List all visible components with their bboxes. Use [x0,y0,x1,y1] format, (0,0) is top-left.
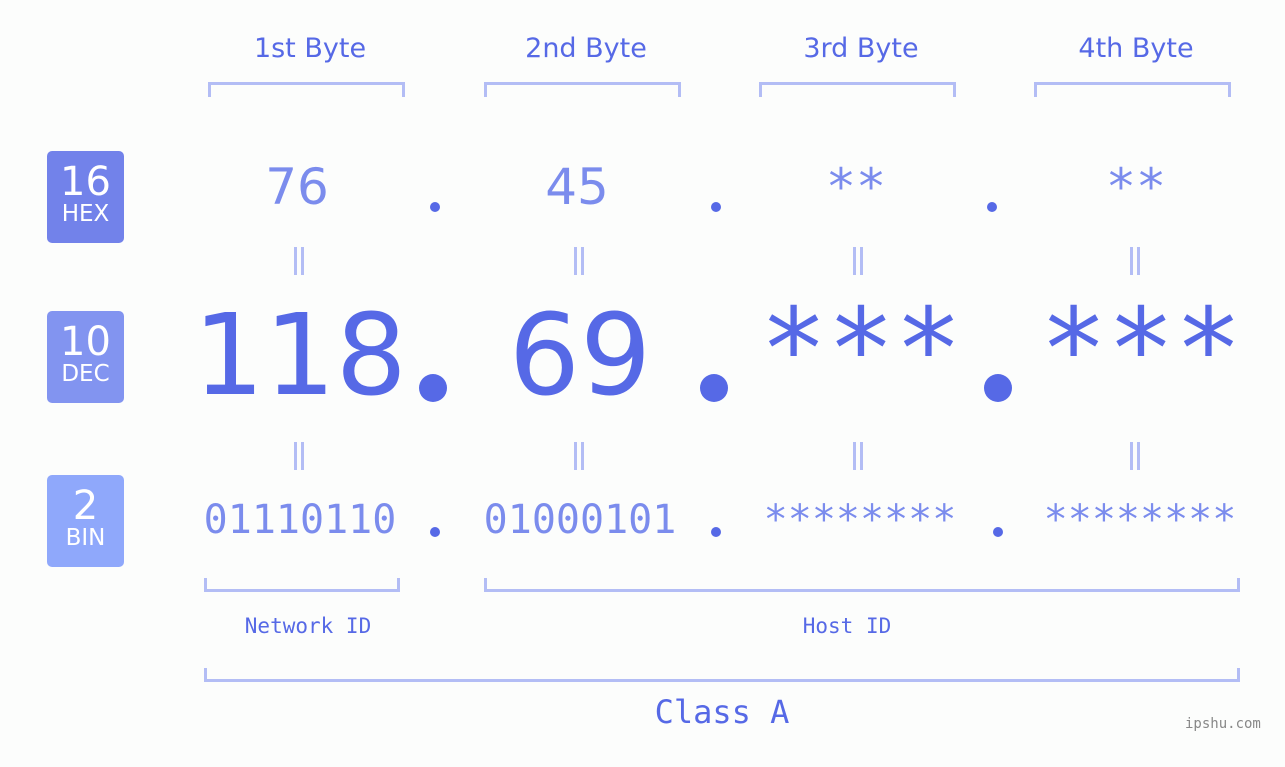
hex-badge-number: 16 [60,159,111,205]
bin-value-3: ******** [763,497,957,543]
bin-badge-label: BIN [65,525,106,551]
watermark: ipshu.com [1185,716,1261,732]
network-id-label: Network ID [244,614,372,638]
equals-icon [851,442,865,470]
class-label: Class A [654,693,790,731]
hex-dot-2 [711,202,721,212]
hex-value-3: ** [825,158,887,216]
host-id-bracket [484,578,1240,592]
equals-icon [572,442,586,470]
dec-badge-number: 10 [60,319,111,365]
dec-dot-1 [419,374,447,402]
dec-value-2: 69 [508,291,652,421]
dec-value-4: *** [1039,285,1243,415]
byte-bracket-1 [208,82,405,97]
class-bracket [204,668,1240,682]
byte-bracket-2 [484,82,681,97]
equals-icon [572,247,586,275]
dec-dot-3 [984,374,1012,402]
bin-dot-3 [993,527,1003,537]
byte-header-4: 4th Byte [1078,33,1194,64]
equals-icon [1128,247,1142,275]
dec-badge: 10 DEC [47,311,124,403]
dec-value-3: *** [759,285,963,415]
dec-dot-2 [700,374,728,402]
bin-badge: 2 BIN [47,475,124,567]
byte-header-2: 2nd Byte [525,33,647,64]
equals-icon [851,247,865,275]
hex-badge: 16 HEX [47,151,124,243]
equals-icon [292,247,306,275]
hex-dot-1 [430,202,440,212]
dec-badge-label: DEC [61,361,110,387]
hex-badge-label: HEX [61,201,110,227]
dec-value-1: 118 [193,291,407,421]
equals-icon [1128,442,1142,470]
bin-value-2: 01000101 [483,497,677,543]
equals-icon [292,442,306,470]
bin-value-4: ******** [1043,497,1237,543]
bin-dot-2 [711,527,721,537]
byte-header-3: 3rd Byte [803,33,919,64]
hex-value-2: 45 [545,158,609,216]
byte-bracket-4 [1034,82,1231,97]
byte-bracket-3 [759,82,956,97]
byte-header-1: 1st Byte [253,33,367,64]
host-id-label: Host ID [802,614,892,638]
network-id-bracket [204,578,400,592]
hex-value-1: 76 [265,158,329,216]
bin-badge-number: 2 [72,483,99,529]
bin-dot-1 [430,527,440,537]
bin-value-1: 01110110 [203,497,397,543]
hex-dot-3 [987,202,997,212]
hex-value-4: ** [1105,158,1167,216]
